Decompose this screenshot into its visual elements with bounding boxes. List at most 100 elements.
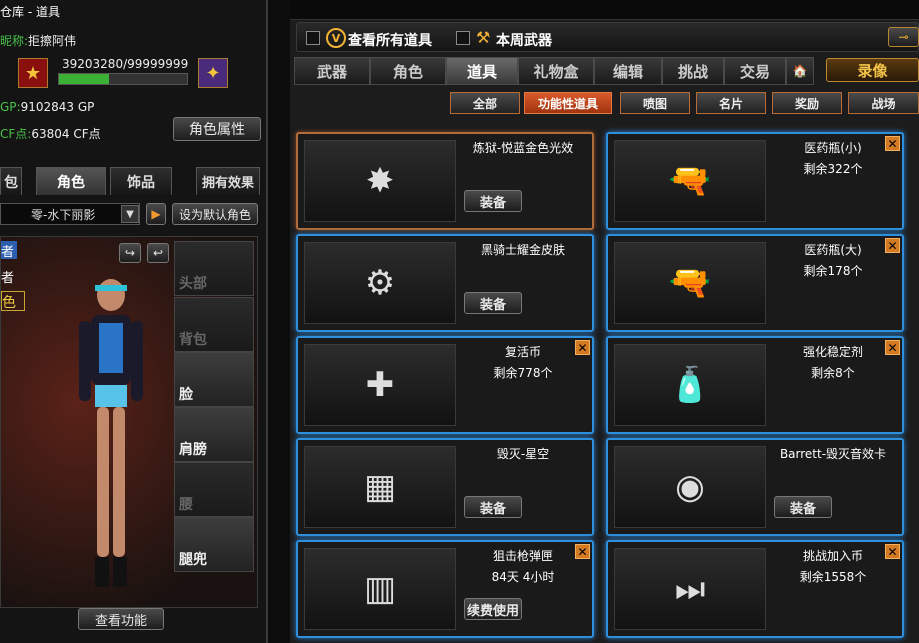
tab-gift-box[interactable]: 礼物盒 <box>518 57 594 85</box>
item-image: ◉ <box>614 446 766 528</box>
item-icon: ◉ <box>675 467 705 507</box>
next-rank-icon: ✦ <box>198 58 228 88</box>
close-icon[interactable]: ✕ <box>885 136 900 151</box>
close-icon[interactable]: ✕ <box>575 544 590 559</box>
item-icon: ✚ <box>365 365 395 405</box>
subtab-functional-items[interactable]: 功能性道具 <box>524 92 612 114</box>
item-count: 剩余322个 <box>803 162 863 176</box>
item-name: 医药瓶(小) <box>804 141 862 155</box>
item-icon: ✸ <box>365 161 395 201</box>
rotate-right-icon[interactable]: ↩ <box>147 243 169 263</box>
item-count: 剩余778个 <box>493 366 553 380</box>
play-preview-button[interactable]: ▶ <box>146 203 166 225</box>
item-action-button[interactable]: 装备 <box>464 190 522 212</box>
item-count: 剩余178个 <box>803 264 863 278</box>
item-icon: ▦ <box>363 467 397 507</box>
slot-backpack[interactable]: 背包 <box>174 297 254 352</box>
nickname: 拒擦阿伟 <box>28 34 77 48</box>
tab-character[interactable]: 角色 <box>36 167 106 195</box>
close-icon[interactable]: ✕ <box>885 340 900 355</box>
close-icon[interactable]: ✕ <box>885 238 900 253</box>
item-card[interactable]: ✚ 复活币剩余778个 ✕ <box>296 336 594 434</box>
weekly-weapon-checkbox[interactable] <box>456 31 470 45</box>
item-icon: 🧴 <box>668 365 712 405</box>
chevron-down-icon[interactable]: ▼ <box>121 205 139 223</box>
side-label-2: 者 <box>1 271 15 286</box>
subtab-reward[interactable]: 奖励 <box>772 92 842 114</box>
weekly-weapon-icon: ⚒ <box>476 28 491 47</box>
top-bar <box>290 0 919 20</box>
tab-owned-effects[interactable]: 拥有效果 <box>196 167 260 195</box>
slot-head[interactable]: 头部 <box>174 241 254 296</box>
role-attributes-button[interactable]: 角色属性 <box>173 117 261 141</box>
side-label-1: 者 <box>1 241 17 260</box>
exp-bar-fill <box>59 74 109 84</box>
item-card[interactable]: 🧴 强化稳定剂 剩余8个 ✕ <box>606 336 904 434</box>
item-image: 🧴 <box>614 344 766 426</box>
item-name: 医药瓶(大) <box>804 243 862 257</box>
tab-items[interactable]: 道具 <box>446 57 518 85</box>
subtab-all[interactable]: 全部 <box>450 92 520 114</box>
item-action-button[interactable]: 续费使用 <box>464 598 522 620</box>
tab-edit[interactable]: 编辑 <box>594 57 662 85</box>
view-all-checkbox[interactable] <box>306 31 320 45</box>
item-card[interactable]: ▥ 狙击枪弹匣 84天 4小时 续费使用 ✕ <box>296 540 594 638</box>
item-image: ✚ <box>304 344 456 426</box>
slot-face[interactable]: 脸 <box>174 352 254 407</box>
record-button[interactable]: 录像 <box>826 58 919 82</box>
subtab-battlefield[interactable]: 战场 <box>848 92 919 114</box>
item-card[interactable]: ⚙ 黑骑士耀金皮肤装备 <box>296 234 594 332</box>
item-name: 复活币 <box>504 345 541 359</box>
subtab-name-card[interactable]: 名片 <box>696 92 766 114</box>
item-action-button[interactable]: 装备 <box>464 292 522 314</box>
item-image: ⚙ <box>304 242 456 324</box>
item-name: 挑战加入币 <box>802 549 863 563</box>
nickname-label: 昵称: <box>0 34 29 48</box>
item-image: ▥ <box>304 548 456 630</box>
close-icon[interactable]: ✕ <box>575 340 590 355</box>
home-icon[interactable]: 🏠 <box>786 57 814 85</box>
item-image: ▦ <box>304 446 456 528</box>
item-card[interactable]: ◉ Barrett-毁灭音效卡装备 <box>606 438 904 536</box>
item-name: 黑骑士耀金皮肤 <box>480 243 565 257</box>
tab-weapon[interactable]: 武器 <box>294 57 370 85</box>
cf-value: 63804 CF点 <box>31 127 101 141</box>
tab-character[interactable]: 角色 <box>370 57 446 85</box>
rotate-left-icon[interactable]: ↪ <box>119 243 141 263</box>
close-icon[interactable]: ✕ <box>885 544 900 559</box>
item-image: 🔫 <box>614 140 766 222</box>
weekly-weapon-label: 本周武器 <box>496 33 552 49</box>
window-title: 仓库 - 道具 <box>0 5 60 19</box>
item-name: 毁灭-星空 <box>496 447 550 461</box>
key-icon[interactable]: ⊸ <box>888 27 919 47</box>
set-default-character-button[interactable]: 设为默认角色 <box>172 203 258 225</box>
item-icon: ▥ <box>363 569 397 609</box>
item-name: 炼狱-悦蓝金色光效 <box>472 141 574 155</box>
subtab-spray[interactable]: 喷图 <box>620 92 690 114</box>
slot-leg-pouch[interactable]: 腿兜 <box>174 517 254 572</box>
item-count: 剩余8个 <box>811 366 855 380</box>
slot-waist[interactable]: 腰 <box>174 462 254 517</box>
item-action-button[interactable]: 装备 <box>774 496 832 518</box>
tab-accessories[interactable]: 饰品 <box>110 167 172 195</box>
slot-shoulder[interactable]: 肩膀 <box>174 407 254 462</box>
character-select[interactable]: 零-水下丽影 ▼ <box>0 203 140 225</box>
item-card[interactable]: ▦ 毁灭-星空装备 <box>296 438 594 536</box>
nickname-row: 昵称:拒擦阿伟 <box>0 32 76 49</box>
item-card[interactable]: ✸ 炼狱-悦蓝金色光效装备 <box>296 132 594 230</box>
item-image: 🔫 <box>614 242 766 324</box>
tab-trade[interactable]: 交易 <box>724 57 786 85</box>
item-card[interactable]: 🔫 医药瓶(小) 剩余322个 ✕ <box>606 132 904 230</box>
tab-bag[interactable]: 包 <box>0 167 22 195</box>
item-name: Barrett-毁灭音效卡 <box>779 447 887 461</box>
item-card[interactable]: 🔫 医药瓶(大) 剩余178个 ✕ <box>606 234 904 332</box>
item-image: ⏭ <box>614 548 766 630</box>
inventory-panel: V 查看所有道具 ⚒ 本周武器 ⊸ 武器 角色 道具 礼物盒 编辑 挑战 交易 … <box>290 0 919 643</box>
item-name: 狙击枪弹匣 <box>492 549 553 563</box>
exp-value: 39203280/99999999 <box>62 57 189 71</box>
item-action-button[interactable]: 装备 <box>464 496 522 518</box>
tab-challenge[interactable]: 挑战 <box>662 57 724 85</box>
item-icon: ⏭ <box>674 569 706 609</box>
item-card[interactable]: ⏭ 挑战加入币 剩余1558个 ✕ <box>606 540 904 638</box>
view-function-button[interactable]: 查看功能 <box>78 608 164 630</box>
